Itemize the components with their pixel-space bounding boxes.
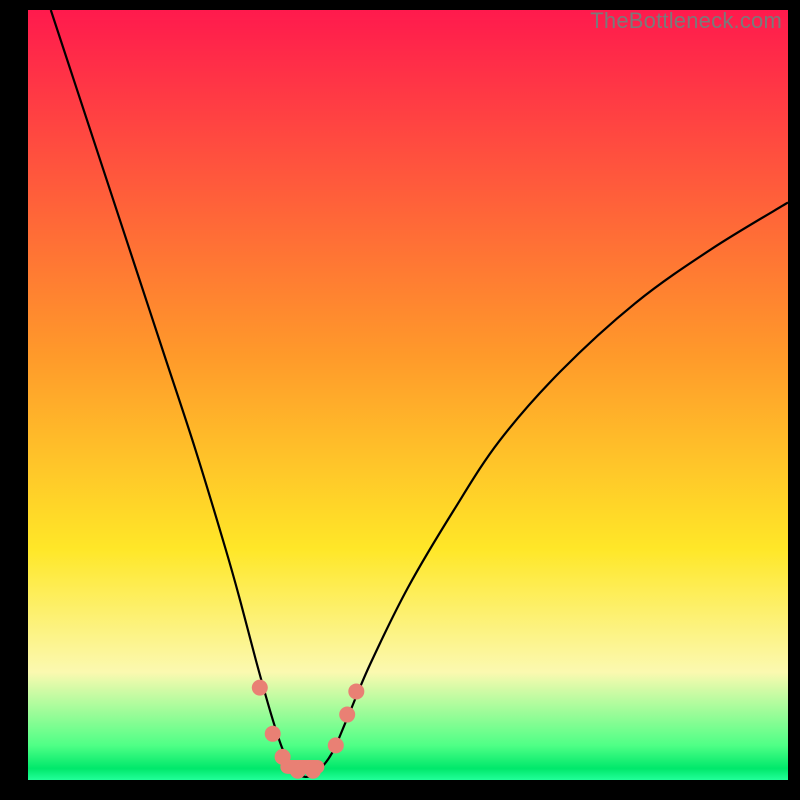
chart-frame: [28, 10, 788, 780]
highlight-dot: [252, 680, 268, 696]
gradient-background: [28, 10, 788, 780]
highlight-dot: [305, 763, 321, 779]
watermark-text: TheBottleneck.com: [590, 8, 782, 34]
highlight-dot: [328, 737, 344, 753]
chart-svg: [28, 10, 788, 780]
highlight-dot: [339, 707, 355, 723]
highlight-dot: [348, 683, 364, 699]
highlight-dot: [265, 726, 281, 742]
highlight-dot: [275, 749, 291, 765]
highlight-dot: [290, 763, 306, 779]
